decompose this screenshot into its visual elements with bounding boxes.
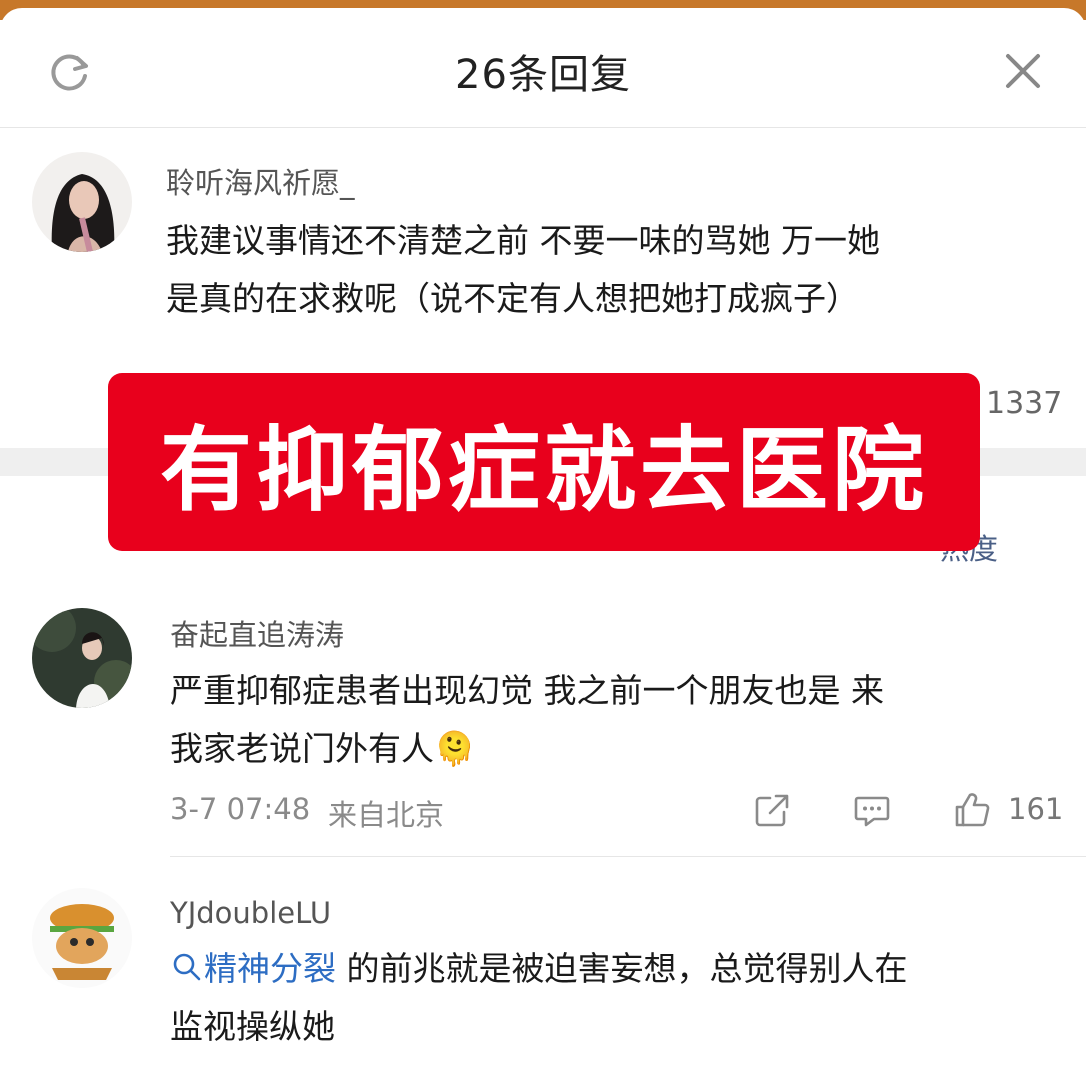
avatar[interactable]	[32, 152, 132, 252]
topic-link[interactable]: 精神分裂	[170, 949, 336, 988]
comment-icon[interactable]	[852, 790, 892, 830]
reply-text-span: 的前兆就是被迫害妄想，总觉得别人在	[336, 949, 908, 988]
reply-username[interactable]: 奋起直追涛涛	[170, 612, 344, 654]
reply-divider	[170, 856, 1086, 857]
like-count: 1337	[986, 386, 1063, 421]
comment-text-line: 我建议事情还不清楚之前 不要一味的骂她 万一她	[166, 221, 880, 260]
search-icon	[173, 953, 201, 981]
avatar[interactable]	[32, 888, 132, 988]
banner-text: 有抑郁症就去医院	[159, 416, 928, 524]
like-icon[interactable]	[952, 790, 992, 830]
sheet-header: 26条回复	[0, 8, 1086, 128]
reply-username[interactable]: YJdoubleLU	[170, 896, 331, 930]
comment-username[interactable]: 聆听海风祈愿_	[166, 160, 355, 202]
reply-text: 严重抑郁症患者出现幻觉 我之前一个朋友也是 来 我家老说门外有人🫠	[170, 662, 1050, 778]
avatar[interactable]	[32, 608, 132, 708]
reply-text-line: 监视操纵她	[170, 1007, 335, 1046]
melting-face-emoji: 🫠	[434, 729, 476, 768]
reply-text-line: 严重抑郁症患者出现幻觉 我之前一个朋友也是 来	[170, 671, 884, 710]
reply-location: 来自北京	[328, 798, 445, 832]
reply-text: 精神分裂 的前兆就是被迫害妄想，总觉得别人在 监视操纵她	[170, 940, 1050, 1056]
reply-time: 3-7 07:48	[170, 792, 311, 826]
comment-text-line: 是真的在求救呢（说不定有人想把她打成疯子）	[166, 279, 859, 318]
like-count: 161	[1008, 792, 1064, 826]
close-icon[interactable]	[1000, 48, 1046, 94]
reply-text-span: 我家老说门外有人	[170, 729, 434, 768]
page-title: 26条回复	[455, 52, 631, 98]
reply-text-line: 我家老说门外有人🫠	[170, 720, 1050, 778]
reply-sheet: 26条回复 聆听海风祈愿_ 我建议事情还不清楚之前 不要一味的骂她 万一她 是真…	[0, 8, 1086, 1080]
comment-text: 我建议事情还不清楚之前 不要一味的骂她 万一她 是真的在求救呢（说不定有人想把她…	[166, 212, 1046, 328]
overlay-banner: 有抑郁症就去医院	[108, 373, 980, 551]
share-icon[interactable]	[752, 790, 792, 830]
topic-link-label: 精神分裂	[204, 949, 336, 988]
reply-text-line: 精神分裂 的前兆就是被迫害妄想，总觉得别人在	[170, 940, 1050, 998]
